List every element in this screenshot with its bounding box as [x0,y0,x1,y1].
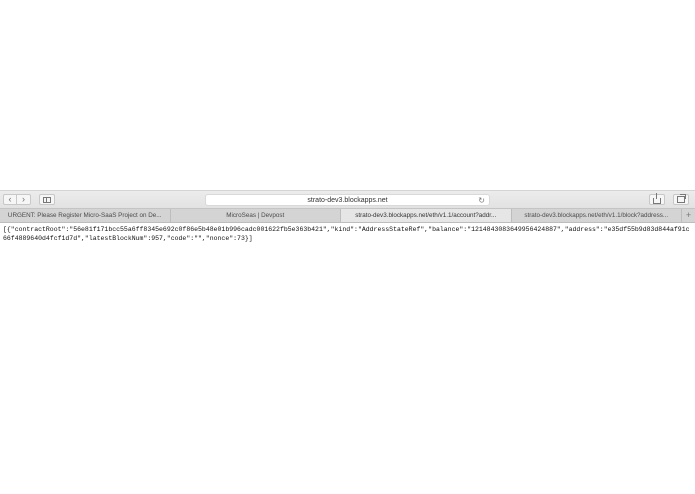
nav-buttons: ‹ › [3,194,31,205]
share-icon [653,193,661,204]
tab-block-api[interactable]: strato-dev3.blockapps.net/eth/v1.1/block… [512,209,682,222]
json-response: [{"contractRoot":"56e81f171bcc55a6ff8345… [3,226,690,242]
chevron-left-icon: ‹ [8,194,12,204]
tab-account-api[interactable]: strato-dev3.blockapps.net/eth/v1.1/accou… [341,209,512,222]
plus-icon: + [685,210,692,220]
browser-window: ‹ › strato-dev3.blockapps.net ↻ URGENT: … [0,0,695,494]
reload-icon[interactable]: ↻ [478,196,485,205]
forward-button[interactable]: › [17,194,31,205]
share-button[interactable] [649,193,665,205]
sidebar-icon [43,196,51,203]
tabs-overview-button[interactable] [673,194,689,205]
page-content: [{"contractRoot":"56e81f171bcc55a6ff8345… [0,223,695,243]
sidebar-button[interactable] [39,194,55,205]
address-text: strato-dev3.blockapps.net [307,196,388,204]
toolbar-right [649,193,689,205]
tab-microseas-devpost[interactable]: MicroSeas | Devpost [171,209,341,222]
chevron-right-icon: › [22,194,25,204]
browser-toolbar: ‹ › strato-dev3.blockapps.net ↻ [0,190,695,208]
blank-area [0,0,695,190]
new-tab-button[interactable]: + [682,209,695,222]
back-button[interactable]: ‹ [3,194,17,205]
tab-urgent-register[interactable]: URGENT: Please Register Micro-SaaS Proje… [0,209,171,222]
address-bar[interactable]: strato-dev3.blockapps.net ↻ [205,194,490,206]
tabs-overview-icon [677,194,686,203]
tab-bar: URGENT: Please Register Micro-SaaS Proje… [0,208,695,223]
